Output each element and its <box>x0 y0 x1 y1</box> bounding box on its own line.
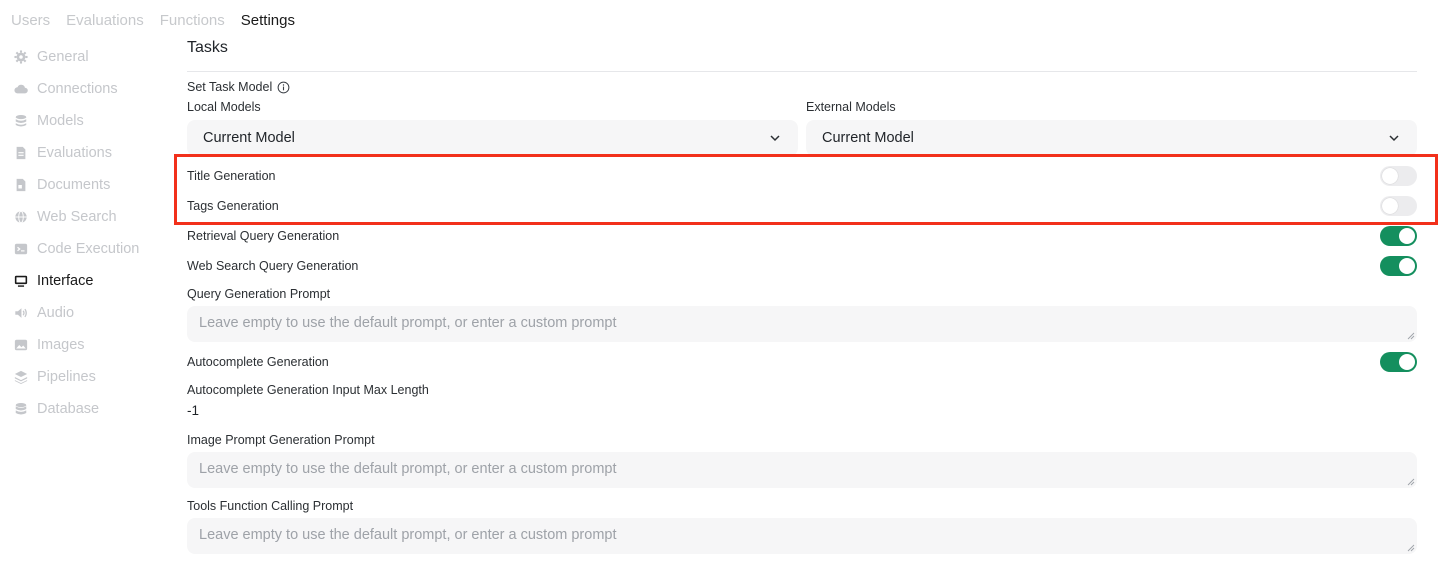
sidebar-item-label: Database <box>37 401 100 417</box>
monitor-icon <box>14 274 28 288</box>
sidebar-item-documents[interactable]: Documents <box>14 169 164 201</box>
web-search-query-generation-label: Web Search Query Generation <box>187 259 359 273</box>
tasks-panel: Tasks Set Task Model Local Models Extern… <box>187 36 1417 554</box>
autocomplete-generation-row: Autocomplete Generation <box>187 351 1417 373</box>
retrieval-query-generation-toggle[interactable] <box>1380 226 1417 246</box>
tab-settings[interactable]: Settings <box>241 12 295 29</box>
query-prompt-label-row: Query Generation Prompt <box>187 283 1417 305</box>
autocomplete-max-length-label: Autocomplete Generation Input Max Length <box>187 383 429 397</box>
tools-function-calling-prompt-input[interactable]: Leave empty to use the default prompt, o… <box>187 518 1417 554</box>
chevron-down-icon <box>768 131 782 145</box>
external-model-value: Current Model <box>822 130 914 146</box>
tab-users[interactable]: Users <box>11 12 50 29</box>
query-generation-prompt-label: Query Generation Prompt <box>187 287 331 301</box>
tags-generation-label: Tags Generation <box>187 199 279 213</box>
query-generation-prompt-placeholder: Leave empty to use the default prompt, o… <box>199 315 617 331</box>
layers-icon <box>14 370 28 384</box>
tags-generation-row: Tags Generation <box>187 195 1417 217</box>
stack-icon <box>14 114 28 128</box>
retrieval-query-generation-label: Retrieval Query Generation <box>187 229 340 243</box>
sidebar-item-web-search[interactable]: Web Search <box>14 201 164 233</box>
image-icon <box>14 338 28 352</box>
sidebar-item-label: Audio <box>37 305 75 321</box>
external-model-select[interactable]: Current Model <box>806 120 1417 156</box>
tools-function-calling-prompt-label: Tools Function Calling Prompt <box>187 499 354 513</box>
sidebar-item-connections[interactable]: Connections <box>14 73 164 105</box>
autocomplete-max-length-input[interactable]: -1 <box>187 403 199 418</box>
resize-handle-icon[interactable] <box>1407 544 1415 552</box>
sidebar-item-label: Images <box>37 337 85 353</box>
info-icon[interactable] <box>277 81 290 94</box>
tab-evaluations[interactable]: Evaluations <box>66 12 144 29</box>
tools-function-calling-prompt-placeholder: Leave empty to use the default prompt, o… <box>199 527 617 543</box>
autocomplete-generation-label: Autocomplete Generation <box>187 355 329 369</box>
tools-prompt-label-row: Tools Function Calling Prompt <box>187 495 1417 517</box>
image-prompt-generation-placeholder: Leave empty to use the default prompt, o… <box>199 461 617 477</box>
speaker-icon <box>14 306 28 320</box>
database-icon <box>14 402 28 416</box>
query-generation-prompt-input[interactable]: Leave empty to use the default prompt, o… <box>187 306 1417 342</box>
sidebar-item-pipelines[interactable]: Pipelines <box>14 361 164 393</box>
document-icon <box>14 178 28 192</box>
local-model-value: Current Model <box>203 130 295 146</box>
image-prompt-generation-label: Image Prompt Generation Prompt <box>187 433 375 447</box>
sidebar-item-label: General <box>37 49 89 65</box>
tab-functions[interactable]: Functions <box>160 12 225 29</box>
sidebar-item-label: Models <box>37 113 84 129</box>
divider <box>187 71 1417 72</box>
gear-icon <box>14 50 28 64</box>
sidebar-item-audio[interactable]: Audio <box>14 297 164 329</box>
web-search-query-generation-toggle[interactable] <box>1380 256 1417 276</box>
autocomplete-max-length-row: Autocomplete Generation Input Max Length <box>187 379 1417 401</box>
sidebar-item-models[interactable]: Models <box>14 105 164 137</box>
sidebar-item-label: Web Search <box>37 209 117 225</box>
tags-generation-toggle[interactable] <box>1380 196 1417 216</box>
sidebar-item-general[interactable]: General <box>14 41 164 73</box>
sidebar-item-evaluations[interactable]: Evaluations <box>14 137 164 169</box>
sidebar-item-interface[interactable]: Interface <box>14 265 164 297</box>
section-title: Tasks <box>187 39 228 56</box>
image-prompt-label-row: Image Prompt Generation Prompt <box>187 429 1417 451</box>
sidebar-item-code-execution[interactable]: Code Execution <box>14 233 164 265</box>
sidebar-item-images[interactable]: Images <box>14 329 164 361</box>
retrieval-query-generation-row: Retrieval Query Generation <box>187 225 1417 247</box>
chevron-down-icon <box>1387 131 1401 145</box>
local-models-label: Local Models <box>187 100 261 114</box>
local-model-select[interactable]: Current Model <box>187 120 798 156</box>
title-generation-row: Title Generation <box>187 165 1417 187</box>
sidebar-item-label: Connections <box>37 81 118 97</box>
set-task-model: Set Task Model <box>187 80 290 94</box>
sidebar-item-label: Interface <box>37 273 94 289</box>
settings-sidebar: General Connections Models Evaluations D… <box>14 41 164 425</box>
web-search-query-generation-row: Web Search Query Generation <box>187 255 1417 277</box>
globe-icon <box>14 210 28 224</box>
sidebar-item-label: Evaluations <box>37 145 112 161</box>
set-task-model-label: Set Task Model <box>187 80 273 94</box>
title-generation-label: Title Generation <box>187 169 276 183</box>
resize-handle-icon[interactable] <box>1407 332 1415 340</box>
external-models-label: External Models <box>806 100 896 114</box>
cloud-icon <box>14 82 28 96</box>
sidebar-item-label: Documents <box>37 177 111 193</box>
sidebar-item-database[interactable]: Database <box>14 393 164 425</box>
image-prompt-generation-input[interactable]: Leave empty to use the default prompt, o… <box>187 452 1417 488</box>
top-tabs: Users Evaluations Functions Settings <box>11 12 295 29</box>
title-generation-toggle[interactable] <box>1380 166 1417 186</box>
terminal-icon <box>14 242 28 256</box>
autocomplete-generation-toggle[interactable] <box>1380 352 1417 372</box>
sidebar-item-label: Pipelines <box>37 369 96 385</box>
document-icon <box>14 146 28 160</box>
sidebar-item-label: Code Execution <box>37 241 140 257</box>
resize-handle-icon[interactable] <box>1407 478 1415 486</box>
